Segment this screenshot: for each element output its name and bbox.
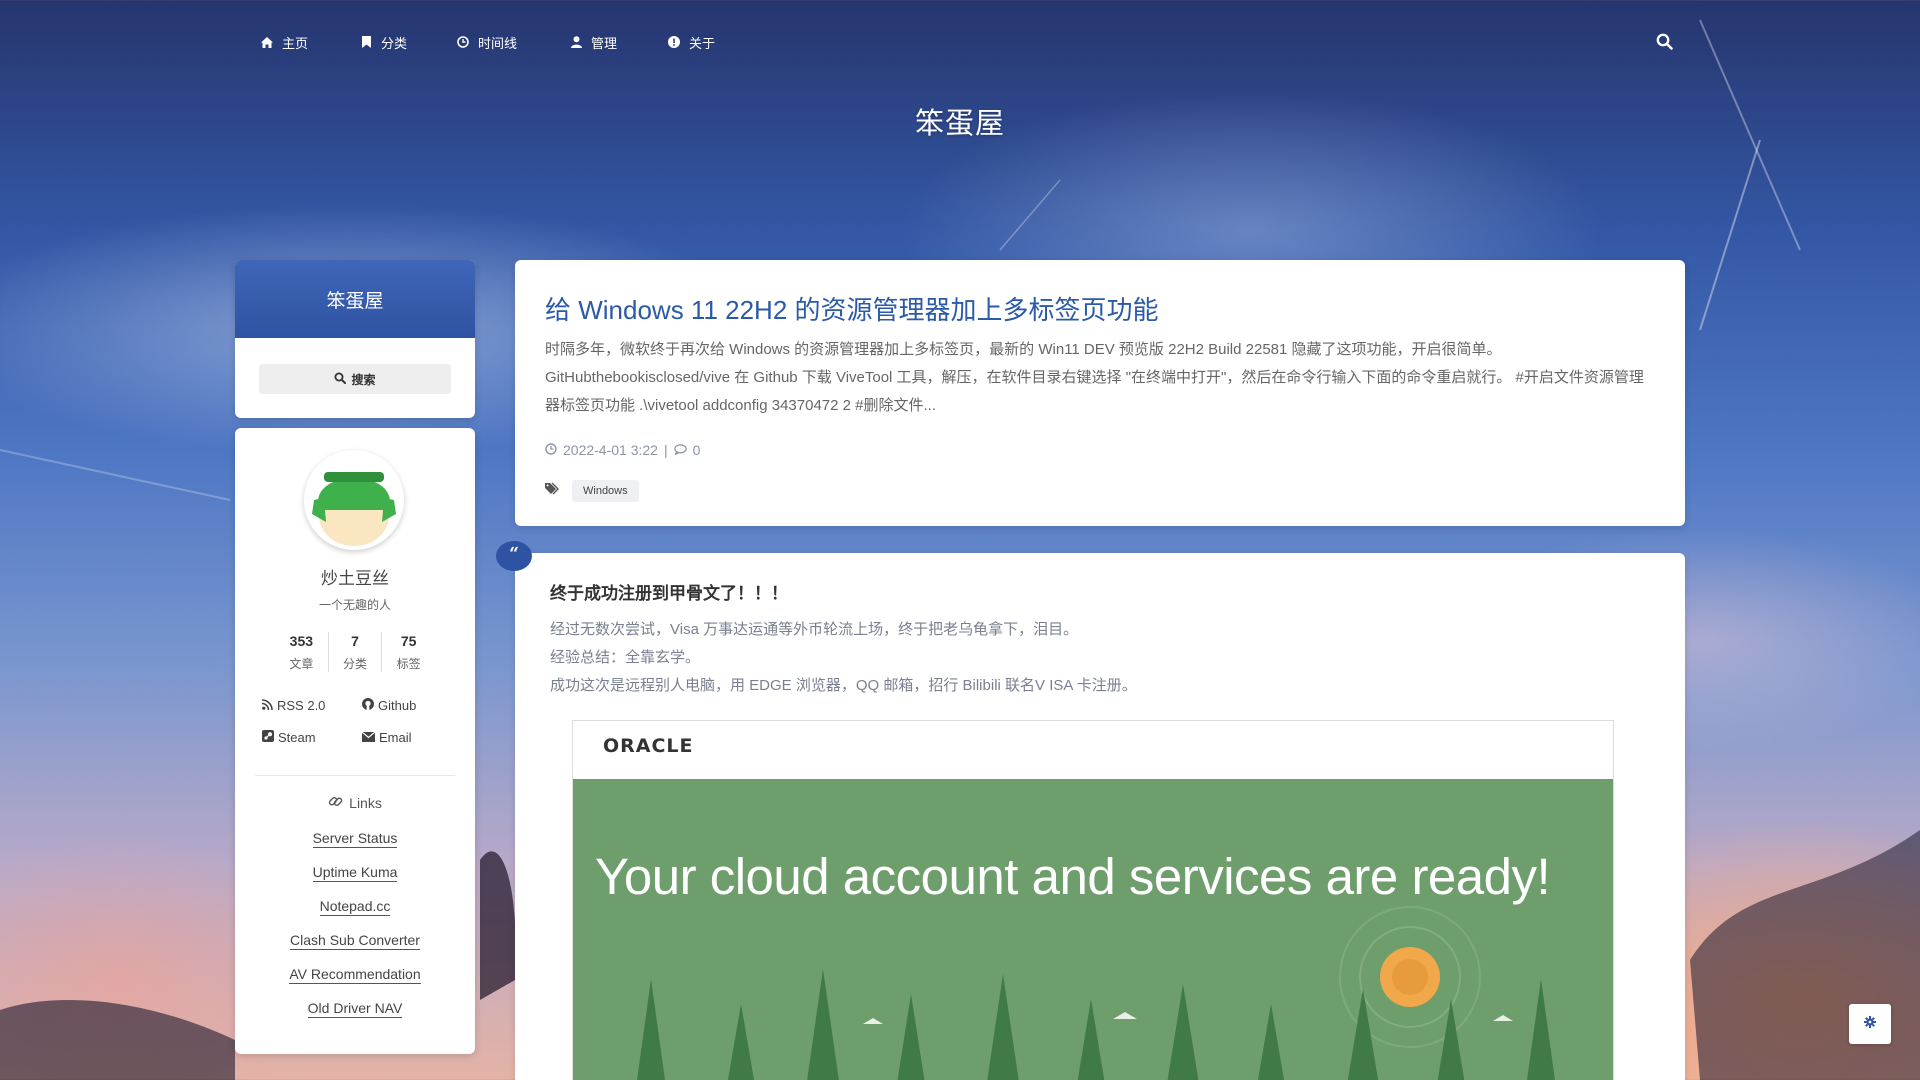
quote-badge: “ <box>496 541 532 571</box>
rss-icon <box>261 698 273 713</box>
post-title[interactable]: 给 Windows 11 22H2 的资源管理器加上多标签页功能 <box>545 290 1159 327</box>
link-av-recommendation[interactable]: AV Recommendation <box>235 966 475 984</box>
link-old-driver-nav[interactable]: Old Driver NAV <box>235 1000 475 1018</box>
link-label: Notepad.cc <box>319 898 391 916</box>
social-link-steam[interactable]: Steam <box>262 730 316 745</box>
status-post-line: 成功这次是远程别人电脑，用 EDGE 浏览器，QQ 邮箱，招行 Bilibili… <box>550 677 1137 694</box>
forest-illustration <box>637 906 1555 1080</box>
links-heading-label: Links <box>349 795 382 811</box>
status-post-title[interactable]: 终于成功注册到甲骨文了！！！ <box>550 579 788 604</box>
tags-icon <box>545 482 562 500</box>
link-label: Uptime Kuma <box>312 864 398 882</box>
nav-item-admin[interactable]: 管理 <box>570 32 617 52</box>
site-title[interactable]: 笨蛋屋 <box>0 100 1920 142</box>
settings-button[interactable] <box>1849 1004 1891 1044</box>
stat-tags[interactable]: 75 标签 <box>382 632 435 672</box>
profile-card: 炒土豆丝 一个无趣的人 353 文章 7 分类 75 标签 RSS 2.0 Gi… <box>235 428 475 1054</box>
stat-number: 7 <box>351 633 359 649</box>
link-label: AV Recommendation <box>289 966 421 984</box>
avatar[interactable] <box>304 450 404 550</box>
site-stats: 353 文章 7 分类 75 标签 <box>275 632 435 672</box>
nav-item-timeline[interactable]: 时间线 <box>457 32 517 52</box>
status-post-line: 经过无数次尝试，Visa 万事达运通等外币轮流上场，终于把老乌龟拿下，泪目。 <box>550 621 1079 638</box>
social-link-email[interactable]: Email <box>361 730 412 745</box>
link-label: Clash Sub Converter <box>290 932 420 950</box>
oracle-banner: Your cloud account and services are read… <box>573 779 1613 1080</box>
post-excerpt: 时隔多年，微软终于再次给 Windows 的资源管理器加上多标签页，最新的 Wi… <box>545 341 1644 414</box>
nav-item-home[interactable]: 主页 <box>261 32 308 52</box>
github-icon <box>362 698 374 713</box>
stat-posts[interactable]: 353 文章 <box>275 632 329 672</box>
post-tags: Windows <box>545 480 639 502</box>
stat-number: 75 <box>400 633 417 649</box>
post-date: 2022-4-01 3:22 <box>563 442 658 458</box>
social-link-label: Steam <box>278 730 316 745</box>
link-uptime-kuma[interactable]: Uptime Kuma <box>235 864 475 882</box>
status-post-line: 经验总结：全靠玄学。 <box>550 649 701 666</box>
nav-item-label: 时间线 <box>478 35 518 51</box>
bookmark-icon <box>360 36 372 48</box>
stat-categories[interactable]: 7 分类 <box>329 632 383 672</box>
link-label: Server Status <box>312 830 398 848</box>
nav-item-label: 管理 <box>591 35 618 51</box>
oracle-logo: ORACLE <box>603 735 694 757</box>
social-link-label: Github <box>378 698 417 713</box>
nav-item-label: 关于 <box>689 35 716 51</box>
post-card: 给 Windows 11 22H2 的资源管理器加上多标签页功能 时隔多年，微软… <box>515 260 1685 526</box>
link-server-status[interactable]: Server Status <box>235 830 475 848</box>
nav-item-about[interactable]: 关于 <box>668 32 715 52</box>
link-icon <box>328 794 343 812</box>
status-post-card: 终于成功注册到甲骨文了！！！ 经过无数次尝试，Visa 万事达运通等外币轮流上场… <box>515 553 1685 1080</box>
social-link-github[interactable]: Github <box>362 698 416 713</box>
stat-label: 标签 <box>396 657 421 671</box>
nav-item-label: 分类 <box>381 35 408 51</box>
clock-icon <box>457 36 469 48</box>
meta-separator: | <box>663 442 668 458</box>
links-heading: Links <box>235 794 475 812</box>
stat-label: 文章 <box>289 657 314 671</box>
info-icon <box>668 36 680 48</box>
home-icon <box>261 36 273 48</box>
search-icon[interactable] <box>1656 33 1674 51</box>
link-clash-sub-converter[interactable]: Clash Sub Converter <box>235 932 475 950</box>
sidebar-search-button[interactable]: 搜索 <box>259 364 451 394</box>
clock-icon <box>545 442 557 458</box>
nav-item-label: 主页 <box>282 35 309 51</box>
search-button-label: 搜索 <box>351 372 376 387</box>
brand-name[interactable]: 笨蛋屋 <box>235 260 475 338</box>
social-link-rss[interactable]: RSS 2.0 <box>261 698 326 713</box>
author-name: 炒土豆丝 <box>321 569 389 588</box>
stat-number: 353 <box>289 633 314 649</box>
oracle-email-screenshot: ORACLE Your cloud account and services a… <box>572 720 1614 1080</box>
social-link-label: RSS 2.0 <box>277 698 326 713</box>
social-link-label: Email <box>379 730 412 745</box>
stat-label: 分类 <box>343 657 368 671</box>
search-icon <box>334 372 347 387</box>
gear-icon <box>1864 1015 1876 1033</box>
post-meta: 2022-4-01 3:22 | 0 <box>545 442 700 458</box>
user-icon <box>570 36 582 48</box>
envelope-icon <box>361 730 376 745</box>
link-notepad[interactable]: Notepad.cc <box>235 898 475 916</box>
post-comment-count[interactable]: 0 <box>693 442 701 458</box>
tag[interactable]: Windows <box>572 480 639 502</box>
comment-icon <box>673 442 687 458</box>
brand-card: 笨蛋屋 搜索 <box>235 260 475 418</box>
link-label: Old Driver NAV <box>307 1000 403 1018</box>
steam-icon <box>262 730 274 745</box>
divider <box>255 775 455 776</box>
top-navbar: 主页 分类 时间线 管理 关于 <box>0 0 1920 84</box>
author-description: 一个无趣的人 <box>318 598 391 612</box>
nav-item-categories[interactable]: 分类 <box>360 32 407 52</box>
